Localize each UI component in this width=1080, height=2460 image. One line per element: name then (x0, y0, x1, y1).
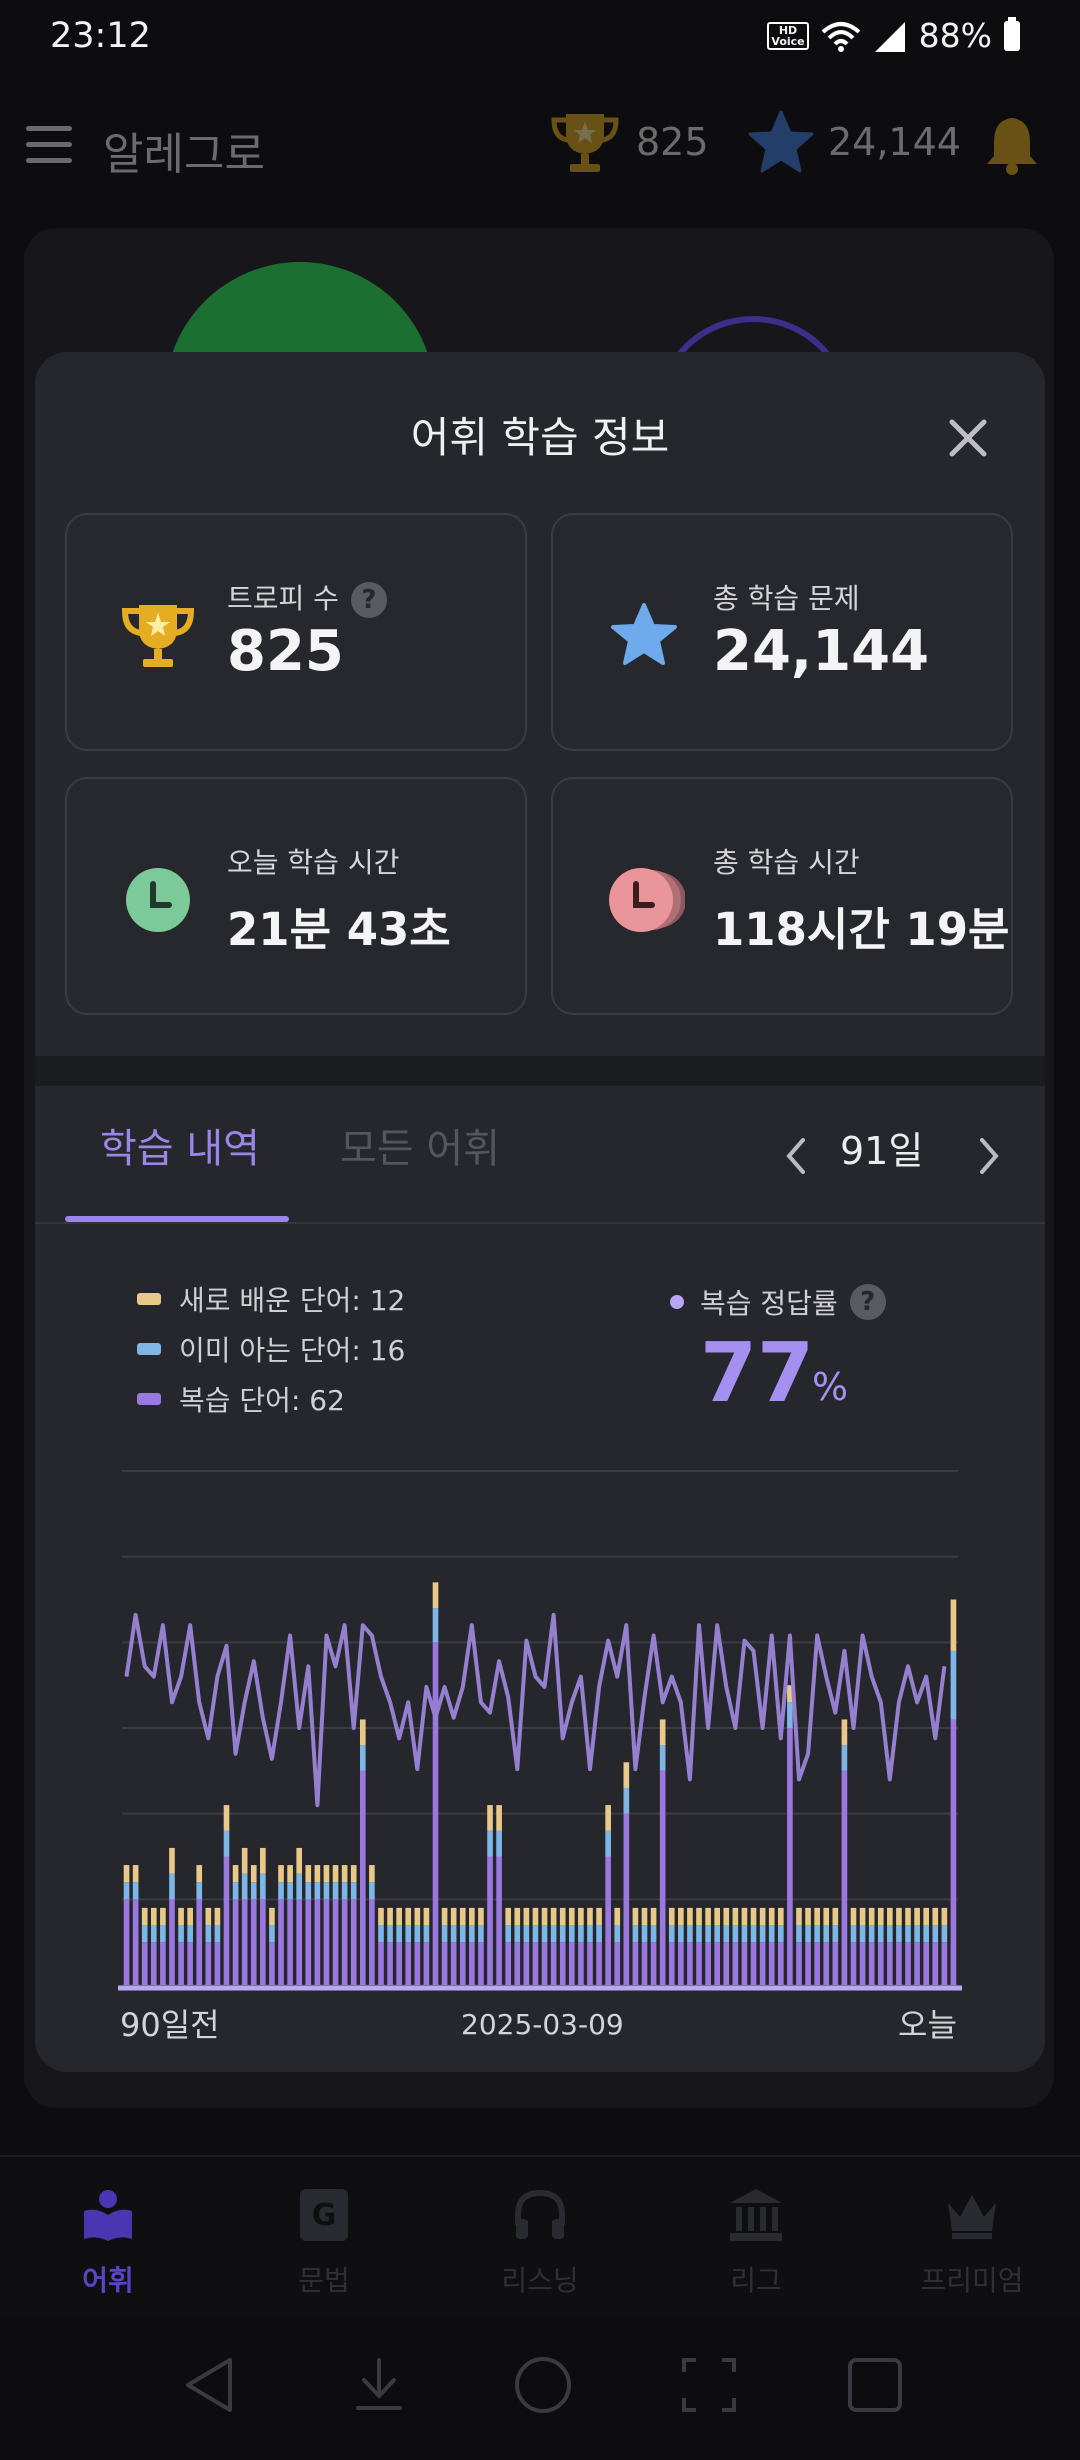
today-time-label: 오늘 학습 시간 (227, 846, 400, 879)
accuracy-label-text: 복습 정답률 (700, 1287, 838, 1320)
legend-review-swatch (137, 1393, 161, 1405)
header-trophy-count: 825 (636, 120, 709, 164)
app-header: 알레그로 825 24,144 (0, 100, 1080, 190)
accuracy-dot (670, 1295, 684, 1309)
help-icon[interactable]: ? (350, 582, 387, 618)
trophy-icon (121, 605, 195, 667)
header-stars[interactable]: 24,144 (748, 110, 961, 174)
today-time-value: 21분 43초 (227, 903, 451, 956)
trophy-icon (551, 114, 619, 172)
clock-stack-icon (609, 868, 685, 932)
nav-league[interactable]: 리그 (648, 2185, 864, 2299)
trophy-card: 트로피 수? 825 (65, 513, 527, 751)
bottom-nav: 어휘 G 문법 리스닝 리그 프리미엄 (0, 2157, 1080, 2317)
star-icon (748, 110, 814, 173)
x-label-end: 오늘 (898, 2006, 957, 2044)
accuracy-value: 77 (700, 1326, 815, 1421)
active-tab-indicator (65, 1216, 289, 1222)
battery-icon (1004, 16, 1020, 51)
header-star-count: 24,144 (828, 120, 961, 164)
signal-icon (874, 21, 905, 52)
nav-grammar[interactable]: G 문법 (216, 2185, 432, 2299)
nav-listening-label: 리스닝 (501, 2264, 579, 2297)
chevron-left-icon[interactable] (775, 1126, 815, 1186)
trophy-card-value: 825 (227, 619, 344, 684)
today-time-card: 오늘 학습 시간 21분 43초 (65, 777, 527, 1015)
tab-all-words[interactable]: 모든 어휘 (340, 1116, 500, 1174)
legend-known-words: 이미 아는 단어: 16 (137, 1329, 405, 1369)
nav-premium-label: 프리미엄 (920, 2264, 1024, 2297)
app-title: 알레그로 (103, 129, 265, 180)
crown-icon (948, 2195, 996, 2239)
legend-new-swatch (137, 1293, 161, 1305)
legend-known-swatch (137, 1343, 161, 1355)
x-label-start: 90일전 (120, 2006, 220, 2044)
header-trophy[interactable]: 825 (548, 110, 709, 174)
star-icon (611, 603, 677, 665)
accuracy-unit: % (812, 1365, 849, 1409)
total-questions-value: 24,144 (713, 619, 930, 684)
svg-text:G: G (312, 2198, 337, 2233)
nav-grammar-label: 문법 (298, 2264, 350, 2297)
nav-premium[interactable]: 프리미엄 (864, 2185, 1080, 2299)
nav-vocab[interactable]: 어휘 (0, 2185, 216, 2299)
period-label: 91일 (840, 1129, 924, 1173)
back-icon[interactable] (180, 2354, 242, 2416)
building-icon (730, 2189, 782, 2241)
vocab-info-modal: 어휘 학습 정보 트로피 수? 825 총 학습 문제 24,144 오늘 학습… (35, 352, 1045, 2072)
close-icon[interactable] (940, 410, 996, 466)
menu-icon[interactable] (26, 126, 72, 164)
accuracy-label: 복습 정답률 ? (670, 1282, 886, 1322)
nav-league-label: 리그 (730, 2264, 782, 2297)
recents-icon[interactable] (844, 2354, 906, 2416)
headphones-icon (515, 2189, 565, 2239)
total-questions-label: 총 학습 문제 (713, 582, 860, 615)
help-icon[interactable]: ? (849, 1284, 886, 1320)
book-icon (84, 2190, 132, 2241)
screenshot-icon[interactable] (678, 2354, 740, 2416)
battery-percent: 88% (918, 16, 992, 55)
bell-icon[interactable] (982, 114, 1042, 176)
grammar-book-icon: G (300, 2189, 348, 2241)
section-divider (35, 1056, 1045, 1086)
legend-new-words: 새로 배운 단어: 12 (137, 1279, 405, 1319)
legend-review-words: 복습 단어: 62 (137, 1379, 345, 1419)
download-icon[interactable] (348, 2354, 410, 2416)
nav-listening[interactable]: 리스닝 (432, 2185, 648, 2299)
tab-history[interactable]: 학습 내역 (100, 1116, 260, 1174)
status-icons: HD Voice 88% (767, 16, 1020, 55)
system-nav-bar (0, 2330, 1080, 2450)
legend-new-label: 새로 배운 단어: 12 (179, 1284, 406, 1317)
legend-known-label: 이미 아는 단어: 16 (179, 1334, 406, 1367)
total-questions-card: 총 학습 문제 24,144 (551, 513, 1013, 751)
trophy-card-label: 트로피 수? (227, 577, 387, 618)
clock-icon (126, 868, 190, 932)
chevron-right-icon[interactable] (970, 1126, 1010, 1186)
home-icon[interactable] (512, 2354, 574, 2416)
tab-bar: 학습 내역 모든 어휘 91일 (35, 1086, 1045, 1224)
status-bar: 23:12 HD Voice 88% (0, 0, 1080, 80)
hd-voice-icon: HD Voice (767, 21, 809, 50)
total-time-label: 총 학습 시간 (713, 846, 860, 879)
total-time-value: 118시간 19분 (713, 903, 1010, 956)
modal-title: 어휘 학습 정보 (410, 413, 670, 462)
wifi-icon (821, 21, 860, 52)
legend-review-label: 복습 단어: 62 (179, 1384, 345, 1417)
nav-vocab-label: 어휘 (82, 2264, 134, 2297)
status-time: 23:12 (50, 16, 151, 56)
x-label-mid: 2025-03-09 (461, 2008, 624, 2041)
total-time-card: 총 학습 시간 118시간 19분 (551, 777, 1013, 1015)
